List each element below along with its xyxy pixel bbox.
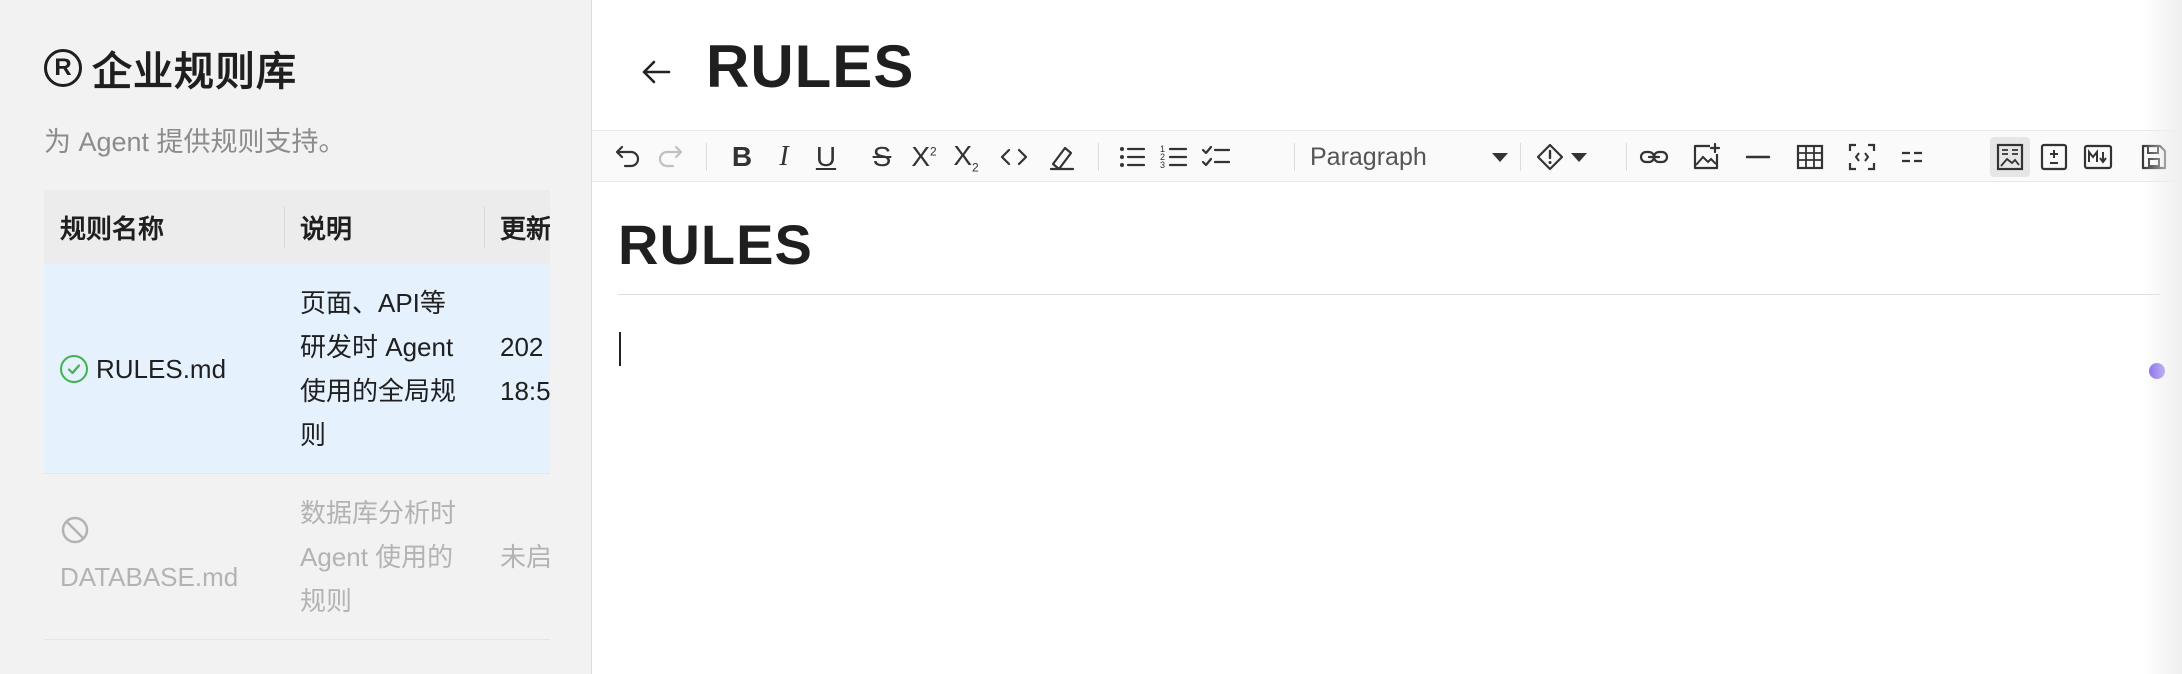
code-block-button[interactable]: [1842, 137, 1882, 177]
rules-table: 规则名称 说明 更新 RULES.md 页面、API等 研发时 Agent 使用…: [44, 190, 550, 640]
document-heading[interactable]: RULES: [618, 212, 813, 277]
rich-text-view-icon: [1996, 143, 2024, 171]
heading-divider: [618, 294, 2160, 295]
rules-library-panel: R 企业规则库 为 Agent 提供规则支持。 规则名称 说明 更新 RULES…: [0, 0, 592, 674]
svg-text:3: 3: [1160, 160, 1165, 170]
task-list-button[interactable]: [1196, 137, 1236, 177]
ordered-list-icon: 123: [1160, 144, 1188, 170]
back-button[interactable]: [628, 44, 684, 100]
rule-name-cell: RULES.md: [44, 264, 284, 473]
link-icon: [1639, 150, 1669, 164]
library-subtitle: 为 Agent 提供规则支持。: [44, 127, 346, 157]
rule-description: 页面、API等 研发时 Agent 使用的全局规 则: [300, 287, 457, 450]
link-button[interactable]: [1634, 137, 1674, 177]
toolbar-divider: [1098, 143, 1099, 171]
italic-icon: I: [779, 141, 789, 172]
inline-code-button[interactable]: [994, 137, 1034, 177]
rule-name-cell: DATABASE.md: [44, 474, 284, 639]
app-root: R 企业规则库 为 Agent 提供规则支持。 规则名称 说明 更新 RULES…: [0, 0, 2182, 674]
undo-button[interactable]: [608, 137, 648, 177]
subscript-icon: X2: [953, 139, 979, 175]
column-header-updated[interactable]: 更新: [484, 190, 550, 264]
rule-editor-panel: RULES B I U S X2 X2 1 2 3 Paragraph RULE…: [592, 0, 2182, 674]
strikethrough-button[interactable]: S: [862, 137, 902, 177]
toolbar-divider: [1520, 143, 1521, 171]
task-list-icon: [1201, 145, 1231, 167]
bold-button[interactable]: B: [722, 137, 762, 177]
library-title: 企业规则库: [92, 50, 297, 94]
horizontal-rule-button[interactable]: [1738, 137, 1778, 177]
table-header: 规则名称 说明 更新: [44, 190, 550, 264]
rule-description: 数据库分析时 Agent 使用的 规则: [300, 497, 457, 616]
toolbar-divider: [1626, 143, 1627, 171]
block-type-select[interactable]: Paragraph: [1304, 139, 1514, 175]
rule-name: RULES.md: [96, 353, 227, 384]
highlighter-icon: [1049, 146, 1075, 171]
superscript-icon: X2: [911, 141, 937, 172]
superscript-button[interactable]: X2: [904, 137, 944, 177]
page-break-button[interactable]: [1894, 137, 1934, 177]
plus-minus-icon: [2040, 143, 2068, 171]
chevron-down-icon: [1492, 152, 1508, 162]
wysiwyg-mode-button[interactable]: [1990, 137, 2030, 177]
rule-name: DATABASE.md: [60, 561, 239, 592]
rule-updated: 202 18:5: [500, 331, 550, 406]
chevron-down-icon: [1571, 152, 1587, 162]
code-block-icon: [1848, 143, 1876, 171]
italic-button[interactable]: I: [764, 137, 804, 177]
library-header: R 企业规则库: [44, 44, 297, 94]
code-icon: [1000, 148, 1028, 166]
highlight-button[interactable]: [1042, 137, 1082, 177]
table-row[interactable]: DATABASE.md 数据库分析时 Agent 使用的 规则 未启: [44, 474, 550, 640]
ban-icon: [61, 516, 89, 543]
column-header-name[interactable]: 规则名称: [44, 190, 284, 264]
toolbar-divider: [706, 143, 707, 171]
edge-fade: [2142, 0, 2182, 674]
rule-updated: 未启: [500, 541, 550, 572]
ordered-list-button[interactable]: 123: [1154, 137, 1194, 177]
check-circle-icon: [60, 354, 88, 383]
horizontal-rule-icon: [1745, 155, 1771, 159]
underline-icon: U: [815, 141, 837, 172]
bold-icon: B: [731, 141, 753, 172]
underline-button[interactable]: U: [806, 137, 846, 177]
diff-mode-button[interactable]: [2034, 137, 2074, 177]
redo-icon: [658, 145, 683, 168]
toolbar-divider: [1294, 143, 1295, 171]
callout-dropdown[interactable]: [1564, 137, 1594, 177]
subscript-button[interactable]: X2: [946, 137, 986, 177]
markdown-icon: [2083, 144, 2113, 170]
image-plus-icon: [1693, 142, 1721, 170]
column-header-description[interactable]: 说明: [284, 190, 484, 264]
bullet-list-icon: [1120, 147, 1146, 167]
block-type-value: Paragraph: [1310, 142, 1427, 171]
editor-title: RULES: [706, 33, 915, 100]
undo-icon: [615, 145, 640, 168]
editor-toolbar: B I U S X2 X2 1 2 3 Paragraph: [592, 130, 2182, 182]
redo-button[interactable]: [650, 137, 690, 177]
arrow-left-icon: [642, 60, 671, 84]
warning-diamond-icon: [1536, 143, 1564, 171]
registered-icon: R: [44, 49, 82, 87]
strikethrough-icon: S: [872, 141, 892, 172]
bullet-list-button[interactable]: [1112, 137, 1152, 177]
markdown-mode-button[interactable]: [2078, 137, 2118, 177]
table-row[interactable]: RULES.md 页面、API等 研发时 Agent 使用的全局规 则 202 …: [44, 264, 550, 474]
text-cursor: [619, 332, 621, 366]
insert-image-button[interactable]: [1686, 137, 1726, 177]
table-icon: [1796, 144, 1824, 170]
insert-table-button[interactable]: [1790, 137, 1830, 177]
page-break-icon: [1902, 151, 1922, 163]
